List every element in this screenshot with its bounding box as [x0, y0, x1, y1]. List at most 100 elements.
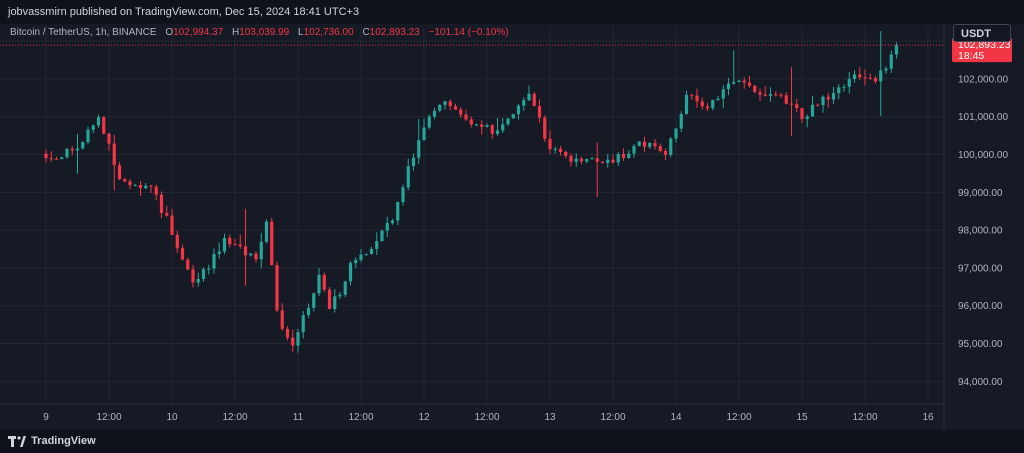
candle [879, 31, 883, 117]
candle [417, 119, 421, 165]
candle-body [196, 278, 200, 283]
candle [327, 286, 332, 310]
candle-body [590, 158, 594, 160]
x-tick-label: 12:00 [474, 412, 499, 423]
x-tick-label: 16 [922, 412, 934, 423]
candlestick-chart[interactable]: 94,000.00 95,000.00 96,000.00 97,000.00 98,0… [0, 0, 1024, 453]
candle-body [800, 108, 804, 120]
candle [107, 132, 111, 151]
candle [810, 95, 815, 117]
candle-body [228, 237, 232, 245]
candle-body [154, 186, 158, 195]
candle [380, 229, 384, 242]
candle [81, 141, 85, 150]
candle [254, 251, 258, 263]
candle-body [259, 241, 263, 260]
candle [411, 153, 416, 171]
x-tick-label: 15 [796, 412, 808, 423]
candle [595, 142, 599, 198]
candle [747, 76, 752, 88]
candle [564, 150, 568, 159]
candle-body [201, 269, 206, 279]
y-tick-label: 102,000.00 [958, 74, 1008, 85]
candle-body [684, 94, 689, 114]
candle [784, 92, 788, 105]
symbol-title[interactable]: Bitcoin / TetherUS, 1h, BINANCE [10, 27, 157, 38]
candle [102, 116, 106, 135]
open-label: O [165, 27, 174, 38]
candle-body [81, 141, 85, 149]
candle-body [60, 157, 64, 160]
candle-body [863, 77, 867, 79]
candle-body [264, 221, 269, 242]
candle [621, 148, 626, 161]
candle [54, 156, 59, 160]
candle-body [532, 93, 536, 107]
candle [490, 124, 494, 140]
x-tick-label: 14 [670, 412, 682, 423]
candle-body [648, 142, 652, 147]
candle [831, 86, 836, 105]
candle [826, 92, 830, 108]
candle [543, 115, 547, 143]
candle [821, 95, 825, 113]
candle [438, 104, 442, 113]
footer: TradingView [0, 430, 1024, 453]
y-tick-label: 100,000.00 [958, 150, 1008, 161]
candle-body [306, 307, 311, 316]
candle-body [711, 100, 715, 109]
candle-body [632, 145, 636, 154]
x-tick-label: 12:00 [348, 412, 373, 423]
candle-body [642, 141, 647, 147]
candle-body [343, 281, 347, 295]
candle [275, 261, 279, 313]
last-price-marker: 102,893.23 18:45 [0, 38, 1012, 63]
brand-name: TradingView [31, 435, 96, 447]
x-tick-label: 12:00 [852, 412, 877, 423]
x-tick-label: 12 [418, 412, 430, 423]
high-value: 103,039.99 [239, 27, 290, 38]
candle [280, 303, 284, 331]
candle-body [679, 113, 683, 129]
grid-lines [0, 26, 944, 404]
candle [212, 248, 216, 274]
candle [674, 128, 678, 143]
candle-body [564, 151, 568, 156]
candle-body [254, 253, 258, 260]
candle [285, 326, 290, 341]
tradingview-brand[interactable]: TradingView [8, 435, 96, 447]
candle [60, 156, 64, 160]
candle-body [170, 215, 174, 235]
candle-body [275, 265, 279, 311]
candle [401, 184, 405, 206]
candle [516, 103, 521, 120]
candle-body [354, 259, 358, 264]
candle-body [44, 153, 48, 159]
candle [863, 69, 867, 86]
candle-body [401, 187, 405, 203]
candle-body [128, 181, 132, 186]
candle [375, 232, 379, 256]
candle [123, 177, 127, 183]
candle-body [768, 94, 773, 96]
candle [180, 244, 185, 261]
candle [291, 329, 295, 353]
candle-body [826, 96, 830, 100]
candle [663, 148, 668, 161]
candle [642, 136, 647, 152]
candle [149, 184, 153, 193]
candle-body [574, 158, 578, 162]
candle [338, 291, 342, 299]
candle [354, 257, 358, 269]
candle [207, 264, 211, 275]
candle [800, 107, 804, 123]
candle-body [637, 141, 641, 146]
y-tick-label: 97,000.00 [958, 263, 1003, 274]
currency-button[interactable]: USDT [953, 24, 1011, 42]
candle-body [553, 148, 557, 150]
tradingview-logo-icon [8, 435, 26, 447]
x-tick-label: 12:00 [726, 412, 751, 423]
candle [343, 280, 347, 298]
candle [695, 88, 699, 108]
candle [259, 232, 263, 269]
